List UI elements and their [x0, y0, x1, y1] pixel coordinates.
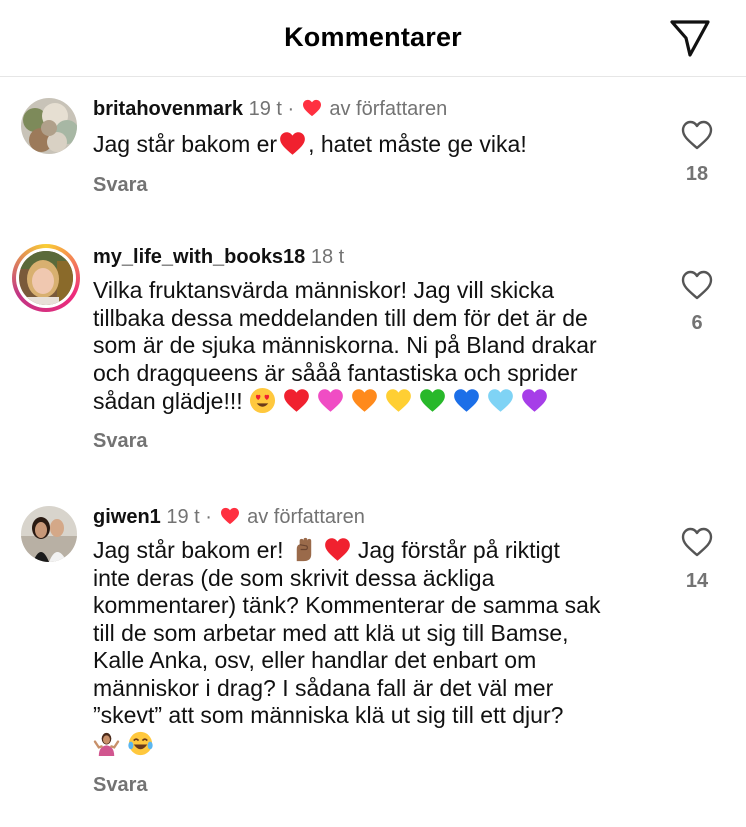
author-liked-heart-icon	[302, 99, 321, 117]
comment-meta: my_life_with_books18 18 t	[93, 246, 344, 269]
red-heart-emoji	[280, 132, 305, 155]
tears-of-joy-emoji	[128, 731, 153, 755]
like-heart-icon[interactable]	[681, 270, 713, 300]
orange-heart-emoji	[352, 389, 377, 412]
paper-plane-icon	[670, 20, 710, 57]
username[interactable]: my_life_with_books18	[93, 246, 305, 268]
header: Kommentarer	[0, 0, 746, 77]
like-heart-icon[interactable]	[681, 120, 713, 150]
comment-meta: britahovenmark 19 t · av författaren	[93, 98, 447, 121]
comment-text: Vilka fruktansvärda människor! Jag vill …	[93, 277, 653, 416]
emoji-row	[93, 731, 161, 757]
comment-text-part: , hatet måste ge vika!	[308, 131, 527, 157]
comment-text-part: Jag står bakom er	[93, 131, 278, 157]
person-shrugging-emoji	[93, 732, 120, 756]
purple-heart-emoji	[522, 389, 547, 412]
red-heart-emoji	[324, 538, 350, 561]
username[interactable]: britahovenmark	[93, 98, 243, 120]
page-title: Kommentarer	[284, 22, 462, 52]
blue-heart-emoji	[454, 389, 479, 412]
separator: ·	[287, 98, 295, 120]
comment-text-part: inte deras (de som skrivit dessa äckliga…	[93, 564, 601, 729]
yellow-heart-emoji	[386, 389, 411, 412]
pink-heart-emoji	[318, 389, 343, 412]
comment-text-part: Jag förstår på riktigt	[357, 537, 560, 563]
author-label: av författaren	[247, 506, 365, 528]
like-heart-icon[interactable]	[681, 527, 713, 557]
reply-button[interactable]: Svara	[93, 174, 148, 197]
username[interactable]: giwen1	[93, 506, 161, 528]
avatar-with-story-ring[interactable]	[12, 244, 80, 312]
like-count: 18	[685, 163, 709, 185]
reply-button[interactable]: Svara	[93, 430, 148, 453]
comment-text: Jag står bakom er , hatet måste ge vika!	[93, 130, 653, 159]
raised-fist-emoji	[296, 537, 312, 562]
comment-1: britahovenmark 19 t · av författaren Jag…	[0, 76, 746, 206]
author-label: av författaren	[329, 98, 448, 120]
reply-button[interactable]: Svara	[93, 774, 148, 797]
timestamp: 19 t	[248, 98, 282, 120]
comment-2: my_life_with_books18 18 t Vilka fruktans…	[0, 206, 746, 486]
avatar[interactable]	[21, 506, 77, 562]
share-button[interactable]	[668, 18, 712, 58]
avatar	[19, 251, 73, 305]
heart-eyes-emoji	[249, 387, 276, 414]
like-count: 6	[691, 312, 703, 334]
red-heart-emoji	[284, 389, 309, 412]
comment-3: giwen1 19 t · av författaren Jag står ba…	[0, 486, 746, 827]
green-heart-emoji	[420, 389, 445, 412]
timestamp: 18 t	[310, 246, 345, 268]
emoji-row	[249, 387, 555, 414]
comment-text: Jag står bakom er! Jag förstår på riktig…	[93, 536, 653, 758]
avatar[interactable]	[21, 98, 77, 154]
timestamp: 19 t	[166, 506, 200, 528]
comment-text-part: Jag står bakom er!	[93, 537, 284, 563]
author-liked-heart-icon	[220, 507, 239, 525]
light-blue-heart-emoji	[488, 389, 513, 412]
comment-meta: giwen1 19 t · av författaren	[93, 506, 365, 529]
separator: ·	[205, 506, 212, 528]
like-count: 14	[685, 570, 709, 592]
